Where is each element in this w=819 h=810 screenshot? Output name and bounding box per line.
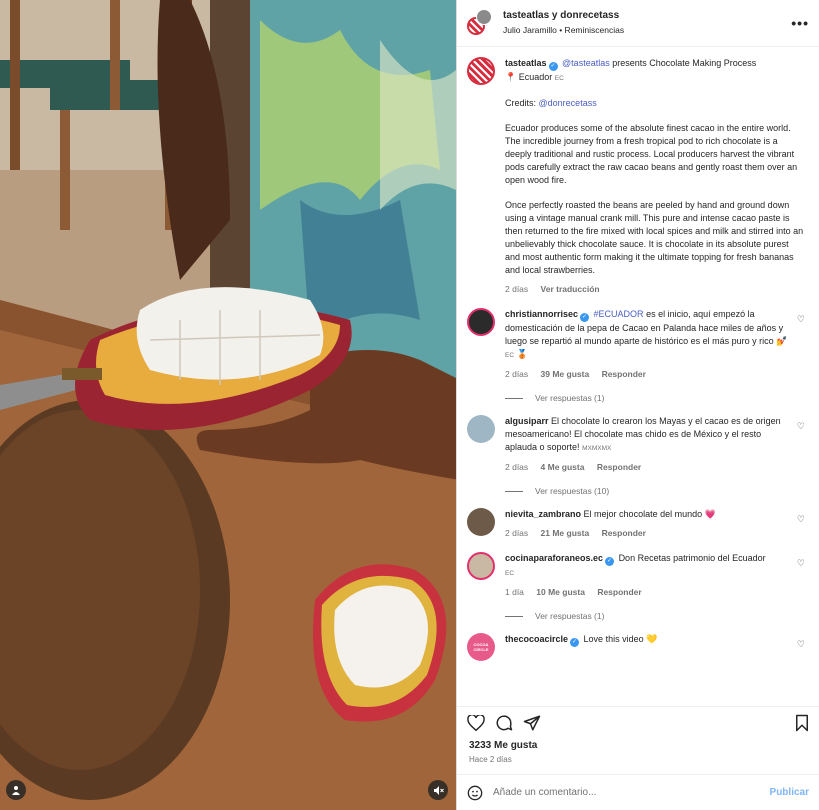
speaker-muted-icon (433, 785, 444, 795)
like-button[interactable] (467, 713, 495, 733)
reply-button[interactable]: Responder (602, 369, 646, 379)
collab-avatars[interactable] (467, 9, 495, 37)
reply-button[interactable]: Responder (602, 528, 646, 538)
avatar[interactable] (467, 308, 495, 336)
mute-button[interactable] (428, 780, 448, 800)
comment-username[interactable]: nievita_zambrano (505, 509, 581, 519)
comment-time[interactable]: 2 días (505, 369, 528, 379)
caption-paragraph-1: Ecuador produces some of the absolute fi… (505, 123, 798, 185)
comment-text: Don Recetas patrimonio del Ecuador (618, 553, 766, 563)
comment-item: algusiparr El chocolate lo crearon los M… (467, 415, 805, 474)
comment-likes[interactable]: 21 Me gusta (541, 528, 590, 538)
medal-emoji: 🥉 (516, 349, 528, 359)
comment-username[interactable]: algusiparr (505, 416, 549, 426)
flag-ec: EC (505, 570, 515, 577)
user-tags-button[interactable] (6, 780, 26, 800)
more-options-button[interactable]: ••• (791, 15, 809, 31)
like-comment-heart-icon[interactable]: ♡ (791, 514, 805, 540)
like-comment-heart-icon[interactable]: ♡ (791, 314, 805, 381)
mention-link[interactable]: @tasteatlas (562, 58, 610, 68)
comment-time[interactable]: 2 días (505, 462, 528, 472)
comment-item: nievita_zambrano El mejor chocolate del … (467, 508, 805, 540)
collab-usernames[interactable]: tasteatlas y donrecetass (503, 9, 791, 23)
bookmark-icon (796, 714, 808, 731)
comment-username[interactable]: cocinaparaforaneos.ec (505, 553, 603, 563)
view-replies-button[interactable]: Ver respuestas (1) (505, 393, 805, 403)
avatar[interactable] (467, 415, 495, 443)
avatar[interactable]: COCOA CIRCLE (467, 633, 495, 661)
comment-username[interactable]: christiannorrisec (505, 309, 578, 319)
comment-time[interactable]: 2 días (505, 528, 528, 538)
comment-likes[interactable]: 10 Me gusta (536, 587, 585, 597)
caption-intro: presents Chocolate Making Process (612, 58, 757, 68)
comment-item: christiannorrisec ✓ #ECUADOR es el inicio… (467, 308, 805, 381)
comment-input[interactable] (493, 787, 770, 798)
heart-icon (467, 714, 485, 731)
verified-badge-icon: ✓ (605, 557, 615, 566)
comment-button[interactable] (495, 713, 523, 733)
view-replies-label: Ver respuestas (10) (535, 486, 610, 496)
reply-button[interactable]: Responder (597, 462, 641, 472)
caption-time[interactable]: 2 días (505, 284, 528, 294)
avatar[interactable] (467, 57, 495, 85)
avatar[interactable] (467, 508, 495, 536)
caption-username[interactable]: tasteatlas (505, 58, 547, 68)
share-button[interactable] (523, 713, 551, 733)
like-comment-heart-icon[interactable]: ♡ (791, 558, 805, 599)
verified-badge-icon: ✓ (548, 62, 558, 71)
replies-divider (505, 490, 523, 492)
comment-likes[interactable]: 4 Me gusta (541, 462, 585, 472)
replies-divider (505, 397, 523, 399)
likes-count[interactable]: 3233 Me gusta (457, 738, 819, 751)
comment-time[interactable]: 1 día (505, 587, 524, 597)
post-comment-button[interactable]: Publicar (770, 787, 809, 798)
credits-label: Credits: (505, 98, 537, 108)
comment-text: Love this video 💛 (583, 634, 658, 644)
post-details-panel: tasteatlas y donrecetass Julio Jaramillo… (456, 0, 819, 810)
comment-bubble-icon (496, 714, 513, 730)
comment-likes[interactable]: 39 Me gusta (541, 369, 590, 379)
caption-paragraph-2: Once perfectly roasted the beans are pee… (505, 200, 804, 275)
post-header: tasteatlas y donrecetass Julio Jaramillo… (457, 0, 819, 47)
comment-item: COCOA CIRCLE thecocoacircle ✓ Love this v… (467, 633, 805, 661)
verified-badge-icon: ✓ (580, 313, 590, 322)
like-comment-heart-icon[interactable]: ♡ (791, 421, 805, 474)
hashtag-link[interactable]: #ECUADOR (594, 309, 644, 319)
view-replies-button[interactable]: Ver respuestas (10) (505, 486, 805, 496)
emoji-icon[interactable] (467, 785, 483, 801)
view-replies-label: Ver respuestas (1) (535, 393, 605, 403)
reply-button[interactable]: Responder (597, 587, 641, 597)
header-text: tasteatlas y donrecetass Julio Jaramillo… (503, 9, 791, 37)
credits-link[interactable]: @donrecetass (539, 98, 597, 108)
instagram-post-view: tasteatlas y donrecetass Julio Jaramillo… (0, 0, 819, 810)
view-replies-button[interactable]: Ver respuestas (1) (505, 611, 805, 621)
post-timestamp[interactable]: Hace 2 días (457, 751, 819, 774)
avatar (476, 9, 492, 25)
verified-badge-icon: ✓ (570, 638, 580, 647)
post-video[interactable] (0, 0, 456, 810)
view-replies-label: Ver respuestas (1) (535, 611, 605, 621)
see-translation-link[interactable]: Ver traducción (541, 284, 600, 294)
comment-text: El mejor chocolate del mundo 💗 (583, 509, 716, 519)
save-button[interactable] (781, 713, 809, 733)
paper-plane-icon (523, 715, 541, 730)
avatar[interactable] (467, 552, 495, 580)
comment-item: cocinaparaforaneos.ec ✓ Don Recetas patri… (467, 552, 805, 599)
audio-track[interactable]: Julio Jaramillo • Reminiscencias (503, 23, 791, 37)
like-comment-heart-icon[interactable]: ♡ (791, 639, 805, 661)
video-frame-illustration (0, 0, 456, 810)
replies-divider (505, 615, 523, 617)
post-actions-bar (457, 706, 819, 738)
flag-ec: EC (505, 352, 515, 359)
person-icon (12, 786, 20, 795)
flag-ec: EC (554, 75, 564, 82)
caption: tasteatlas ✓ @tasteatlas presents Chocola… (467, 57, 805, 296)
location-tag: 📍 Ecuador (505, 72, 553, 82)
add-comment-bar: Publicar (457, 774, 819, 810)
comments-scroll[interactable]: tasteatlas ✓ @tasteatlas presents Chocola… (457, 47, 819, 706)
comment-username[interactable]: thecocoacircle (505, 634, 568, 644)
flag-mx: MXMXMX (582, 445, 612, 452)
